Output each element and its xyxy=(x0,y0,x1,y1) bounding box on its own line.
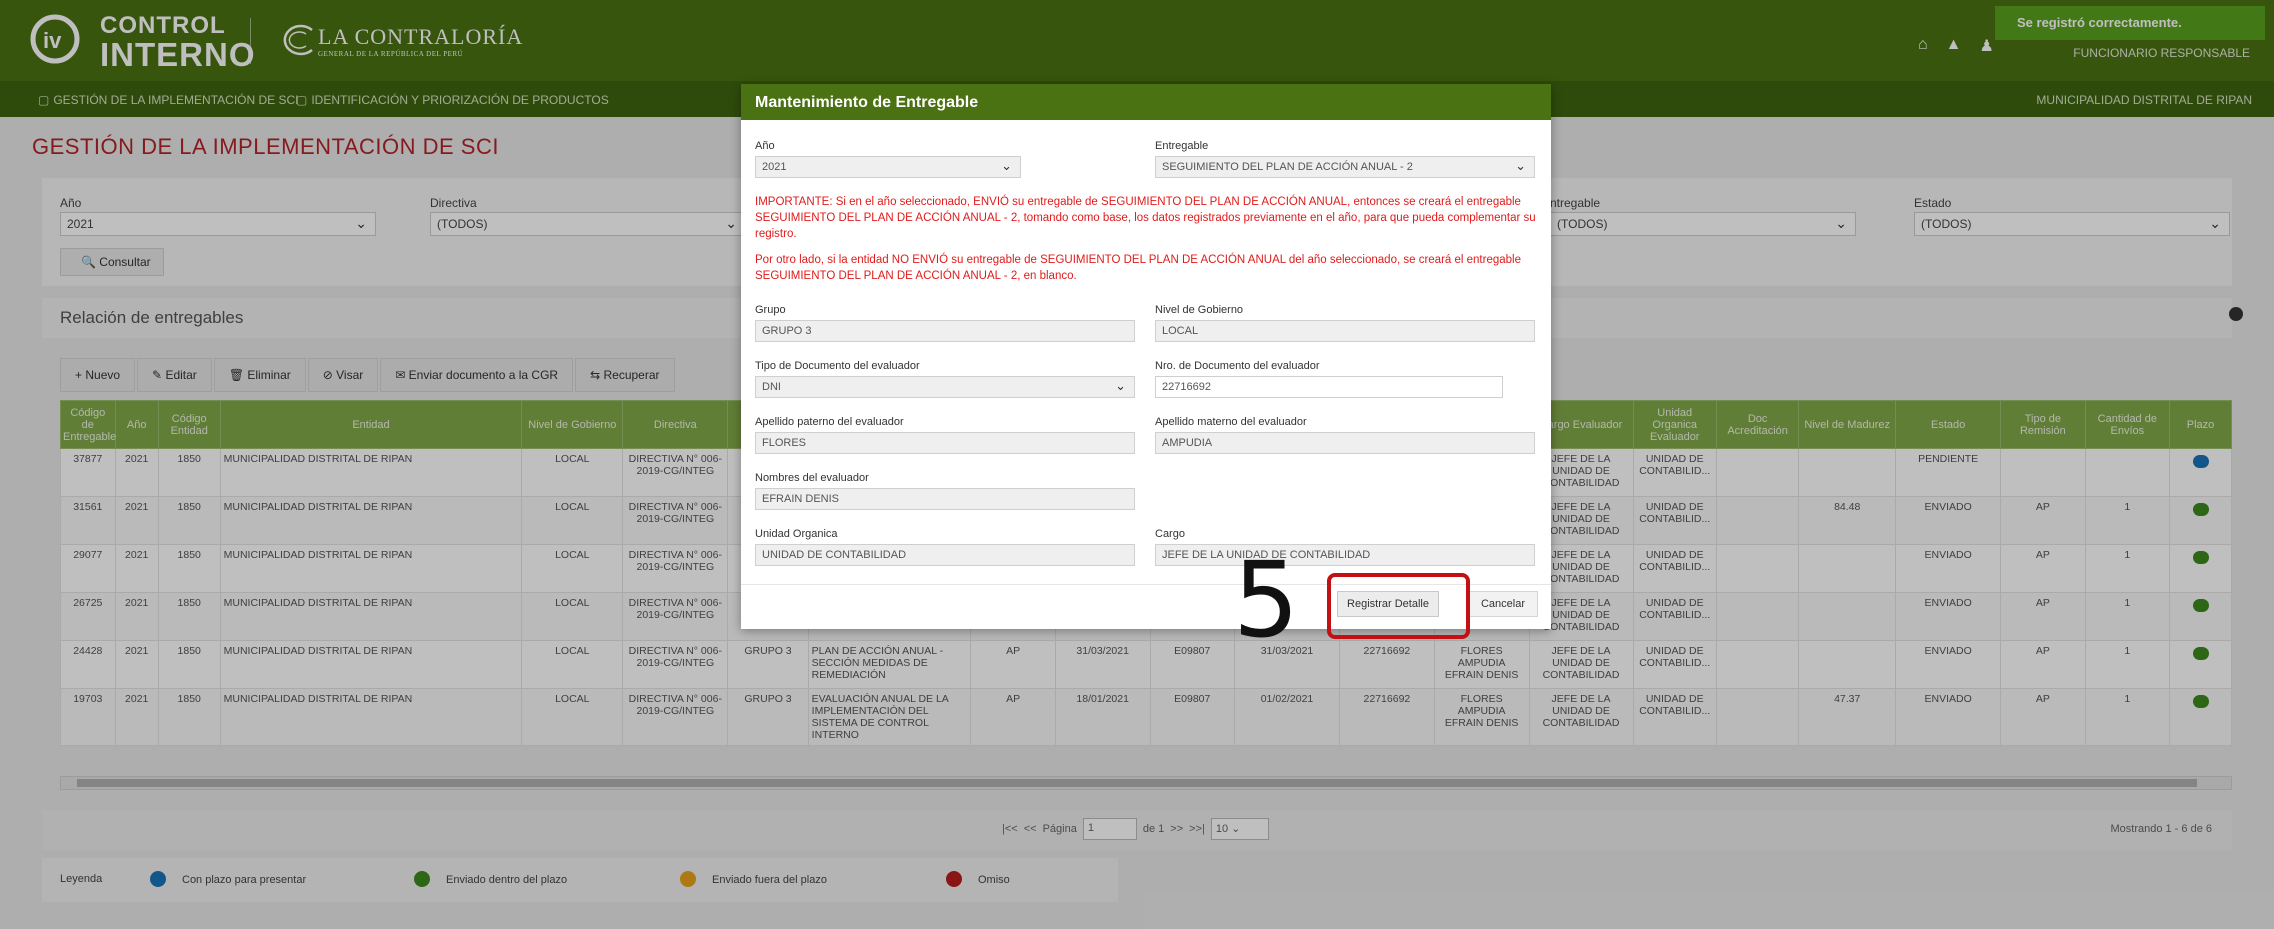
mantenimiento-modal: Mantenimiento de Entregable Año 2021 ⌄ E… xyxy=(741,84,1551,629)
cargo-label: Cargo xyxy=(1155,528,1185,540)
step-number-annotation: 5 xyxy=(1233,539,1300,661)
tipodoc-value: DNI xyxy=(762,381,781,393)
grupo-field[interactable]: GRUPO 3 xyxy=(755,320,1135,342)
nombres-label: Nombres del evaluador xyxy=(755,472,869,484)
modal-entregable-label: Entregable xyxy=(1155,140,1209,152)
modal-warning-1: IMPORTANTE: Si en el año seleccionado, E… xyxy=(755,196,1536,240)
apat-label: Apellido paterno del evaluador xyxy=(755,416,904,428)
apat-field[interactable]: FLORES xyxy=(755,432,1135,454)
nrodoc-field[interactable]: 22716692 xyxy=(1155,376,1503,398)
cargo-field[interactable]: JEFE DE LA UNIDAD DE CONTABILIDAD xyxy=(1155,544,1535,566)
modal-anio-select[interactable]: 2021 ⌄ xyxy=(755,156,1021,178)
tipodoc-select[interactable]: DNI ⌄ xyxy=(755,376,1135,398)
modal-anio-value: 2021 xyxy=(762,161,787,173)
highlight-box-annotation xyxy=(1327,573,1470,639)
modal-title: Mantenimiento de Entregable xyxy=(741,84,1551,120)
nivel-field[interactable]: LOCAL xyxy=(1155,320,1535,342)
chevron-down-icon: ⌄ xyxy=(1515,158,1526,173)
modal-warning-2: Por otro lado, si la entidad NO ENVIÓ su… xyxy=(755,254,1521,282)
tipodoc-label: Tipo de Documento del evaluador xyxy=(755,360,920,372)
cancel-button[interactable]: Cancelar xyxy=(1468,591,1538,617)
unidad-label: Unidad Organica xyxy=(755,528,838,540)
grupo-label: Grupo xyxy=(755,304,786,316)
nivel-label: Nivel de Gobierno xyxy=(1155,304,1244,316)
nombres-field[interactable]: EFRAIN DENIS xyxy=(755,488,1135,510)
nrodoc-label: Nro. de Documento del evaluador xyxy=(1155,360,1320,372)
amat-label: Apellido materno del evaluador xyxy=(1155,416,1307,428)
amat-field[interactable]: AMPUDIA xyxy=(1155,432,1535,454)
modal-entregable-select[interactable]: SEGUIMIENTO DEL PLAN DE ACCIÓN ANUAL - 2… xyxy=(1155,156,1535,178)
unidad-field[interactable]: UNIDAD DE CONTABILIDAD xyxy=(755,544,1135,566)
modal-anio-label: Año xyxy=(755,140,775,152)
chevron-down-icon: ⌄ xyxy=(1115,378,1126,393)
modal-entregable-value: SEGUIMIENTO DEL PLAN DE ACCIÓN ANUAL - 2 xyxy=(1162,161,1413,173)
chevron-down-icon: ⌄ xyxy=(1001,158,1012,173)
